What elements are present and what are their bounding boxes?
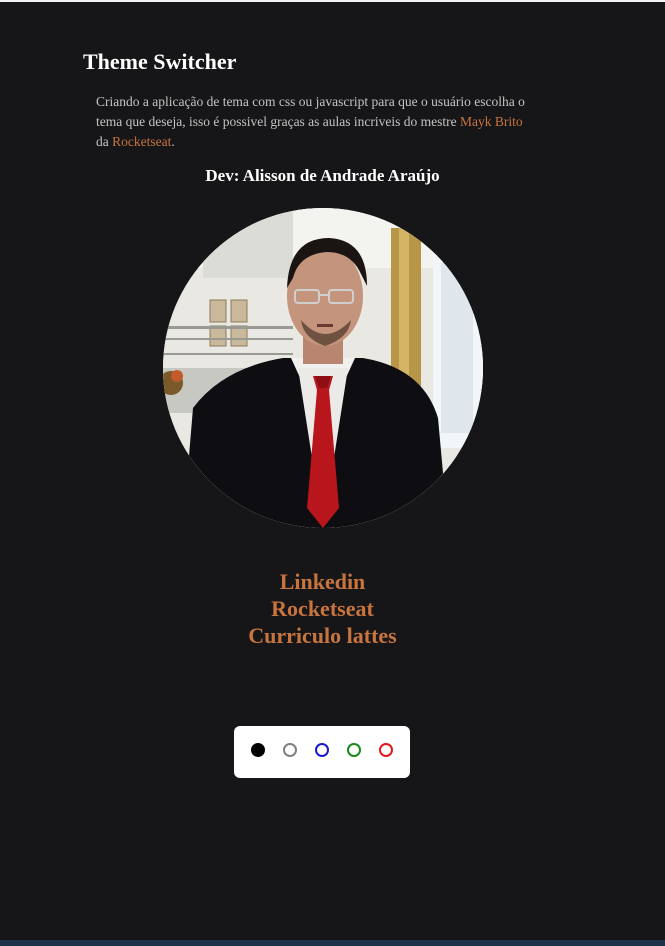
rocketseat-inline-link[interactable]: Rocketseat — [112, 134, 171, 149]
avatar-photo — [163, 208, 483, 528]
theme-red-button[interactable] — [379, 743, 393, 757]
mayk-brito-link[interactable]: Mayk Brito — [460, 114, 523, 129]
page: Theme Switcher Criando a aplicação de te… — [0, 0, 665, 946]
theme-blue-button[interactable] — [315, 743, 329, 757]
lattes-link[interactable]: Curriculo lattes — [0, 622, 645, 649]
links-list: Linkedin Rocketseat Curriculo lattes — [0, 568, 645, 649]
intro-text-after: . — [171, 134, 175, 149]
top-border — [0, 0, 665, 2]
bottom-bar — [0, 940, 665, 946]
dev-name: Dev: Alisson de Andrade Araújo — [205, 166, 440, 185]
intro-paragraph: Criando a aplicação de tema com css ou j… — [96, 92, 528, 152]
intro-text-middle: da — [96, 134, 113, 149]
rocketseat-link[interactable]: Rocketseat — [0, 595, 645, 622]
theme-green-button[interactable] — [347, 743, 361, 757]
page-title: Theme Switcher — [83, 49, 237, 74]
theme-switcher — [234, 726, 410, 778]
theme-black-button[interactable] — [251, 743, 265, 757]
avatar — [163, 208, 483, 528]
theme-gray-button[interactable] — [283, 743, 297, 757]
linkedin-link[interactable]: Linkedin — [0, 568, 645, 595]
